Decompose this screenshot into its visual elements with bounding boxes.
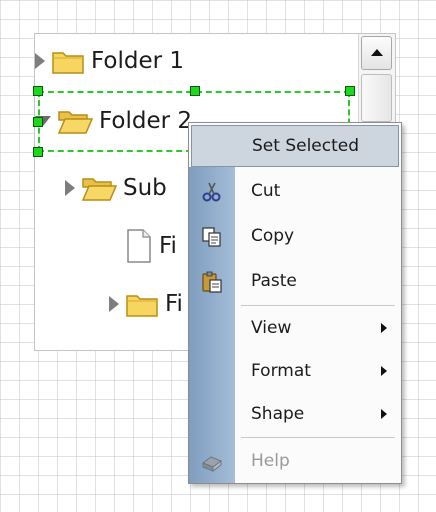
menu-item-cut[interactable]: Cut <box>189 171 401 211</box>
menu-item-label: Set Selected <box>252 136 360 156</box>
copy-icon <box>202 227 221 247</box>
menu-item-label: Copy <box>251 226 295 246</box>
help-book-icon <box>201 456 223 472</box>
tree-node-label: Sub <box>123 175 167 201</box>
tree-node-label: Folder 1 <box>91 48 185 74</box>
diagram-canvas[interactable]: Folder 1 Folder 2 Sub Fi Fi Set Selected… <box>0 0 436 512</box>
paste-icon <box>202 271 222 293</box>
scroll-up-arrow-icon <box>371 49 383 56</box>
menu-item-copy[interactable]: Copy <box>189 216 401 256</box>
menu-item-paste[interactable]: Paste <box>189 261 401 301</box>
resize-handle-top-right[interactable] <box>345 86 355 96</box>
resize-handle-top-center[interactable] <box>190 86 200 96</box>
submenu-arrow-icon <box>381 366 387 376</box>
menu-item-label: Shape <box>251 404 305 424</box>
tree-node-subfolder[interactable]: Sub <box>65 171 167 205</box>
tree-node-file[interactable]: Fi <box>125 229 177 263</box>
expand-arrow-icon[interactable] <box>65 180 75 196</box>
expand-arrow-icon[interactable] <box>109 296 119 312</box>
menu-item-view[interactable]: View <box>189 308 401 348</box>
folder-icon <box>52 52 84 74</box>
tree-node-label: Fi <box>159 233 177 259</box>
resize-handle-middle-left[interactable] <box>33 117 43 127</box>
menu-item-label: Cut <box>251 181 281 201</box>
scroll-thumb[interactable] <box>361 74 392 122</box>
resize-handle-bottom-left[interactable] <box>33 147 43 157</box>
menu-item-label: Format <box>251 361 311 381</box>
menu-item-label: View <box>251 318 292 338</box>
menu-item-set-selected[interactable]: Set Selected <box>191 125 399 167</box>
expand-arrow-icon[interactable] <box>35 53 45 69</box>
submenu-arrow-icon <box>381 323 387 333</box>
scroll-up-button[interactable] <box>361 36 392 70</box>
menu-item-shape[interactable]: Shape <box>189 394 401 434</box>
menu-item-help[interactable]: Help <box>189 441 401 481</box>
scissors-icon <box>202 182 221 202</box>
folder-icon <box>126 295 158 317</box>
tree-node-folder-1[interactable]: Folder 1 <box>35 44 184 78</box>
context-menu[interactable]: Set Selected Cut Copy Paste View Format … <box>188 122 402 484</box>
menu-item-label: Help <box>251 451 290 471</box>
resize-handle-top-left[interactable] <box>33 86 43 96</box>
file-icon <box>127 229 151 263</box>
submenu-arrow-icon <box>381 409 387 419</box>
tree-node-label: Fi <box>165 291 183 317</box>
tree-node-folder[interactable]: Fi <box>109 287 183 321</box>
menu-item-format[interactable]: Format <box>189 351 401 391</box>
menu-separator <box>241 437 395 438</box>
menu-item-label: Paste <box>251 271 297 291</box>
open-folder-icon <box>81 178 117 201</box>
menu-separator <box>241 305 395 306</box>
